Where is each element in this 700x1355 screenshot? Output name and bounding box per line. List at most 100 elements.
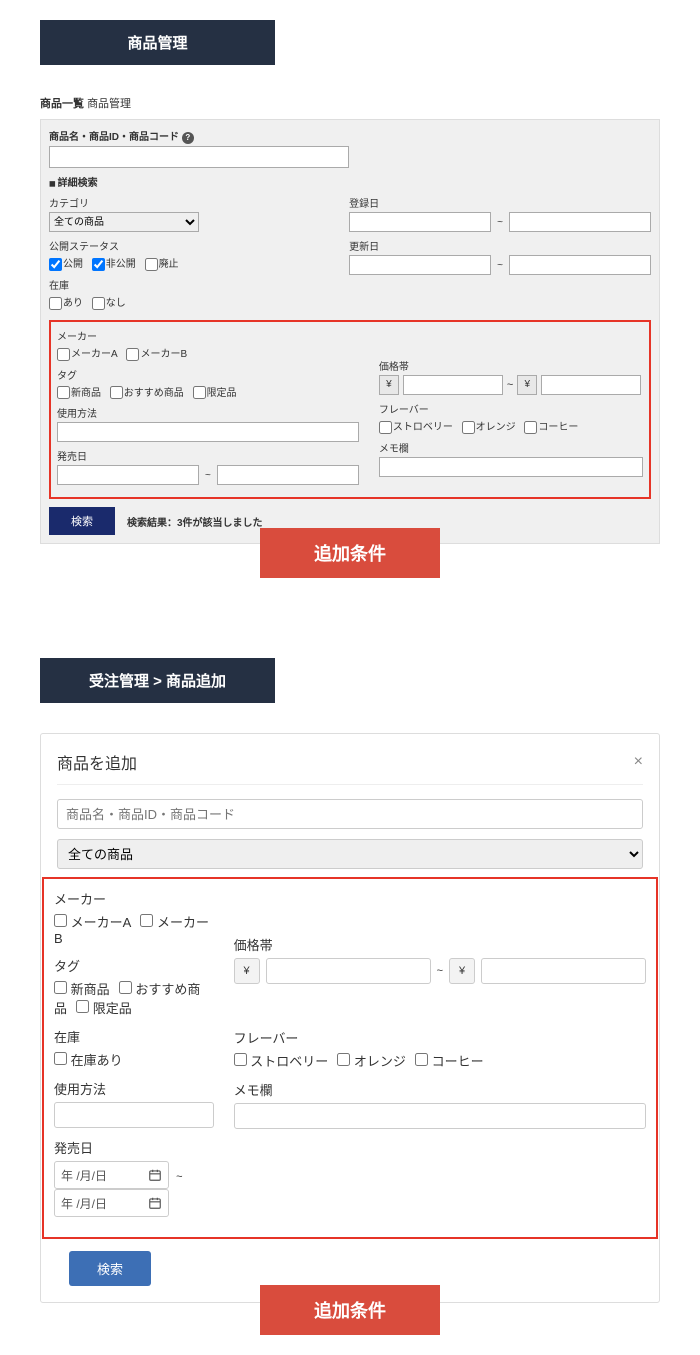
tag-limit-checkbox[interactable] [193,386,206,399]
flavor-strawberry-label: ストロベリー [250,1054,328,1069]
flavor-coffee-label: コーヒー [538,422,578,433]
add-product-modal: 商品を追加 × 全ての商品 メーカー メーカーA メーカーB [40,733,660,1303]
modal-extra-conditions-box: メーカー メーカーA メーカーB タグ 新商品 おすすめ商品 限定品 [42,877,658,1239]
tag-rec-label: おすすめ商品 [124,388,184,399]
breadcrumb: 商品一覧 商品管理 [40,95,660,111]
status-abolish-checkbox[interactable] [145,258,158,271]
callout-extra-conditions: 追加条件 [260,528,440,578]
flavor-strawberry-label: ストロベリー [393,422,453,433]
regdate-from[interactable] [349,212,491,232]
stock-no-label: なし [106,298,126,309]
breadcrumb-item-manage: 商品管理 [87,98,131,110]
main-search-input[interactable] [49,146,349,168]
memo-input[interactable] [379,457,643,477]
price-to[interactable] [541,375,641,395]
stock-label: 在庫 [49,277,329,292]
price-label: 価格帯 [234,935,646,954]
modal-search-input[interactable] [57,799,643,829]
stock-label: 在庫 [54,1027,214,1046]
maker-b-label: メーカーB [140,349,187,360]
stock-yes-checkbox[interactable] [49,297,62,310]
tilde-icon: ~ [205,470,211,481]
calendar-icon [148,1168,162,1182]
status-private-label: 非公開 [106,259,136,270]
usage-input[interactable] [54,1102,214,1128]
status-public-checkbox[interactable] [49,258,62,271]
flavor-coffee-label: コーヒー [432,1054,484,1069]
flavor-orange-label: オレンジ [476,422,516,433]
extra-conditions-box: メーカー メーカーA メーカーB タグ 新商品 おすすめ商品 限定品 [49,320,651,500]
tilde-icon: ~ [497,260,503,271]
section-header: 商品管理 [40,20,275,65]
release-label: 発売日 [57,448,359,463]
result-count-text: 検索結果：3件が該当しました [127,514,263,529]
regdate-to[interactable] [509,212,651,232]
upddate-label: 更新日 [349,238,651,253]
price-from[interactable] [403,375,503,395]
tag-new-checkbox[interactable] [54,981,67,994]
maker-b-checkbox[interactable] [126,348,139,361]
flavor-orange-checkbox[interactable] [337,1053,350,1066]
flavor-coffee-checkbox[interactable] [524,421,537,434]
flavor-label: フレーバー [379,401,643,416]
date-placeholder: 年 /月/日 [61,1195,107,1212]
callout-extra-conditions: 追加条件 [260,1285,440,1335]
upddate-from[interactable] [349,255,491,275]
category-select[interactable]: 全ての商品 [49,212,199,232]
maker-b-checkbox[interactable] [140,914,153,927]
detail-search-toggle[interactable]: 詳細検索 [49,174,651,189]
maker-label: メーカー [57,328,359,343]
usage-input[interactable] [57,422,359,442]
yen-icon: ¥ [517,375,537,395]
yen-icon: ¥ [234,958,260,984]
search-button[interactable]: 検索 [49,507,115,535]
modal-category-select[interactable]: 全ての商品 [57,839,643,869]
tag-rec-checkbox[interactable] [119,981,132,994]
search-label: 商品名・商品ID・商品コード [49,132,179,143]
maker-label: メーカー [54,889,214,908]
price-to[interactable] [481,958,646,984]
release-label: 発売日 [54,1138,214,1157]
regdate-label: 登録日 [349,195,651,210]
price-label: 価格帯 [379,358,643,373]
maker-a-checkbox[interactable] [54,914,67,927]
status-public-label: 公開 [63,259,83,270]
tag-new-checkbox[interactable] [57,386,70,399]
flavor-coffee-checkbox[interactable] [415,1053,428,1066]
detail-fields: カテゴリ 全ての商品 公開ステータス 公開 非公開 廃止 在庫 [49,195,651,316]
stock-available-label: 在庫あり [71,1053,123,1068]
yen-icon: ¥ [379,375,399,395]
calendar-icon [148,1196,162,1210]
stock-no-checkbox[interactable] [92,297,105,310]
upddate-to[interactable] [509,255,651,275]
flavor-strawberry-checkbox[interactable] [379,421,392,434]
breadcrumb-item-list: 商品一覧 [40,98,84,110]
release-to[interactable] [217,465,359,485]
help-icon[interactable]: ? [182,132,194,144]
maker-a-checkbox[interactable] [57,348,70,361]
price-from[interactable] [266,958,431,984]
status-abolish-label: 廃止 [159,259,179,270]
stock-yes-label: あり [63,298,83,309]
release-to-datepicker[interactable]: 年 /月/日 [54,1189,169,1217]
status-private-checkbox[interactable] [92,258,105,271]
stock-checkbox[interactable] [54,1052,67,1065]
tag-label: タグ [54,956,214,975]
tag-rec-checkbox[interactable] [110,386,123,399]
tag-new-label: 新商品 [71,388,101,399]
tag-limit-checkbox[interactable] [76,1000,89,1013]
release-from-datepicker[interactable]: 年 /月/日 [54,1161,169,1189]
flavor-orange-checkbox[interactable] [462,421,475,434]
modal-search-button[interactable]: 検索 [69,1251,151,1286]
section-header: 受注管理 > 商品追加 [40,658,275,703]
tag-new-label: 新商品 [71,982,110,997]
category-label: カテゴリ [49,195,329,210]
status-label: 公開ステータス [49,238,329,253]
search-panel: 商品名・商品ID・商品コード ? 詳細検索 カテゴリ 全ての商品 公開ステータス… [40,119,660,544]
close-icon[interactable]: × [634,753,643,771]
flavor-strawberry-checkbox[interactable] [234,1053,247,1066]
memo-input[interactable] [234,1103,646,1129]
release-from[interactable] [57,465,199,485]
tilde-icon: ~ [176,1171,182,1183]
modal-title: 商品を追加 [57,750,137,774]
